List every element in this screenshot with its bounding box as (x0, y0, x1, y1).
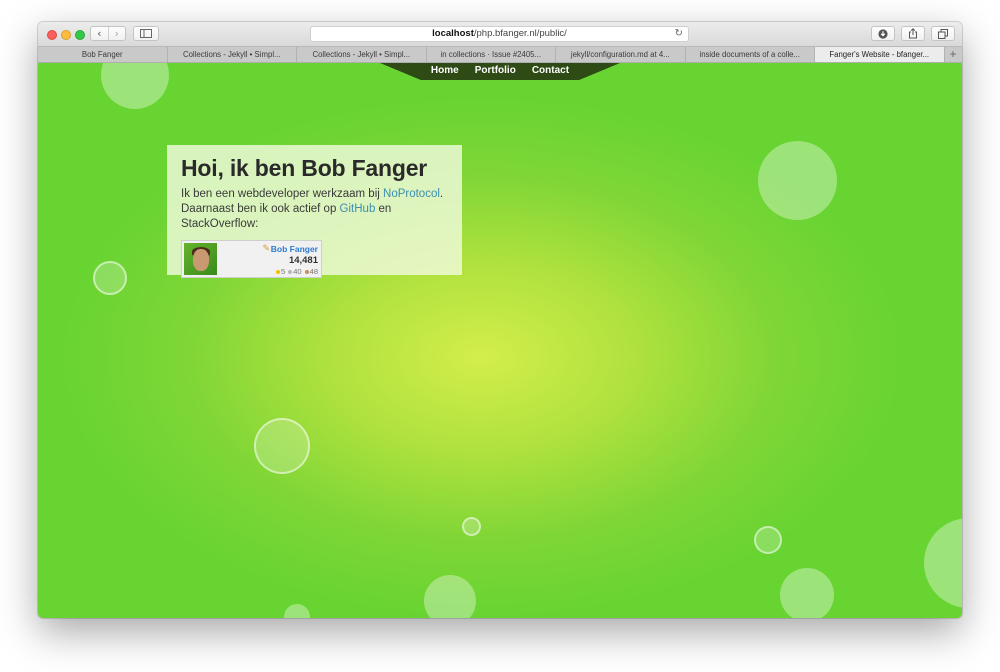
gold-badge-icon (275, 269, 280, 274)
silver-badge-count: 40 (293, 267, 302, 276)
bubble-decoration (93, 261, 127, 295)
flair-badges: 5 40 48 (275, 267, 318, 276)
bubble-decoration (924, 518, 962, 608)
address-path: /php.bfanger.nl/public/ (473, 28, 567, 39)
intro-line1-suffix: . (439, 188, 444, 200)
nav-contact-link[interactable]: Contact (532, 63, 569, 80)
bubble-decoration (284, 604, 310, 618)
main-navigation: Home Portfolio Contact (380, 63, 620, 80)
intro-line2-prefix: Daarnaast ben ik ook actief op (181, 203, 340, 215)
page-title: Hoi, ik ben Bob Fanger (181, 155, 428, 181)
browser-window: ‹ › localhost/php.bfanger.nl/public/ ↻ B… (38, 22, 962, 618)
browser-toolbar: ‹ › localhost/php.bfanger.nl/public/ ↻ (38, 22, 962, 47)
browser-tab[interactable]: Fanger's Website - bfanger... (815, 47, 945, 62)
bubble-decoration (462, 517, 481, 536)
avatar (184, 243, 217, 275)
browser-tab[interactable]: Collections - Jekyll • Simpl... (297, 47, 427, 62)
bronze-badge-count: 48 (309, 267, 318, 276)
forward-icon[interactable]: › (108, 27, 125, 40)
page-content: Home Portfolio Contact Hoi, ik ben Bob F… (38, 63, 962, 618)
back-icon[interactable]: ‹ (91, 27, 108, 40)
close-window-button[interactable] (47, 30, 57, 40)
zoom-window-button[interactable] (75, 30, 85, 40)
browser-tab[interactable]: inside documents of a colle... (686, 47, 815, 62)
bronze-badge-icon (304, 269, 309, 274)
downloads-button[interactable] (871, 26, 895, 41)
tabs-overview-icon (938, 28, 948, 39)
stackoverflow-flair[interactable]: ✎ Bob Fanger 14,481 5 40 48 (181, 240, 322, 278)
tab-bar: Bob Fanger Collections - Jekyll • Simpl..… (38, 47, 962, 63)
address-bar[interactable]: localhost/php.bfanger.nl/public/ ↻ (310, 26, 689, 42)
bubble-decoration (780, 568, 834, 618)
intro-card: Hoi, ik ben Bob Fanger Ik ben een webdev… (167, 145, 462, 278)
bubble-decoration (101, 63, 169, 109)
back-forward-group: ‹ › (90, 26, 126, 41)
nav-home-link[interactable]: Home (431, 63, 459, 80)
stackoverflow-icon: ✎ (262, 243, 270, 253)
share-button[interactable] (901, 26, 925, 41)
intro-text: Ik ben een webdeveloper werkzaam bij NoP… (181, 187, 448, 232)
gold-badge-count: 5 (280, 267, 286, 276)
browser-tab[interactable]: Collections - Jekyll • Simpl... (168, 47, 297, 62)
intro-line1-prefix: Ik ben een webdeveloper werkzaam bij (181, 188, 384, 200)
download-icon (878, 28, 888, 39)
tabs-overview-button[interactable] (931, 26, 955, 41)
share-icon (909, 28, 917, 39)
new-tab-button[interactable]: + (945, 47, 962, 62)
noprotocol-link[interactable]: NoProtocol (383, 188, 440, 200)
browser-tab[interactable]: in collections · Issue #2405... (427, 47, 556, 62)
bubble-decoration (424, 575, 476, 618)
address-host: localhost (432, 28, 474, 39)
reload-icon[interactable]: ↻ (675, 27, 683, 41)
flair-reputation: 14,481 (288, 255, 318, 266)
bubble-decoration (254, 418, 310, 474)
github-link[interactable]: GitHub (340, 203, 376, 215)
bubble-decoration (754, 526, 782, 554)
sidebar-toggle-button[interactable] (133, 26, 159, 41)
silver-badge-icon (288, 269, 293, 274)
browser-tab[interactable]: Bob Fanger (38, 47, 168, 62)
minimize-window-button[interactable] (61, 30, 71, 40)
bubble-decoration (758, 141, 837, 220)
sidebar-icon (140, 29, 152, 38)
browser-tab[interactable]: jekyll/configuration.md at 4... (556, 47, 686, 62)
flair-username: Bob Fanger (270, 244, 318, 254)
nav-portfolio-link[interactable]: Portfolio (475, 63, 516, 80)
